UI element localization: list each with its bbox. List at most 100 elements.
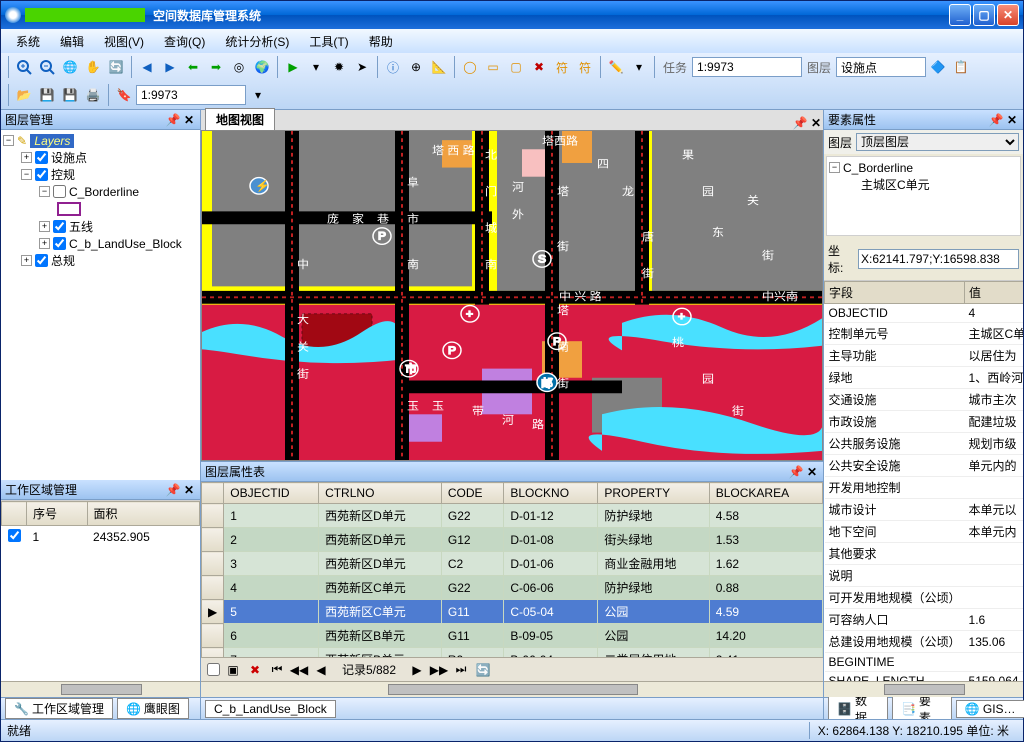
measure-icon[interactable]: 📐 [428, 56, 450, 78]
chk-landuse[interactable] [53, 237, 66, 250]
next-extent-icon[interactable]: ▶ [159, 56, 181, 78]
node-wuxian[interactable]: 五线 [69, 218, 93, 235]
work-col-chk[interactable] [2, 502, 27, 526]
col-blockarea[interactable]: BLOCKAREA [709, 483, 822, 504]
layers-root[interactable]: Layers [30, 134, 74, 148]
layer-input[interactable] [836, 57, 926, 77]
next-icon[interactable]: ▶ [408, 661, 426, 679]
col-ctrlno[interactable]: CTRLNO [319, 483, 442, 504]
shape-rect-icon[interactable]: ▭ [482, 56, 504, 78]
close-button[interactable]: ✕ [997, 4, 1019, 26]
menu-stats[interactable]: 统计分析(S) [216, 30, 298, 53]
map-canvas[interactable]: 中大关街 庞家巷 阜市南玉 塔 西 路 北门城南 河外 塔街塔南街 中 兴 路中… [201, 130, 823, 461]
prop-row[interactable]: 其他要求 [825, 543, 1024, 565]
saveall-icon[interactable]: 💾 [59, 84, 81, 106]
identify-icon[interactable]: ⓘ [382, 56, 404, 78]
table-row[interactable]: 1西苑新区D单元G22D-01-12防护绿地4.58 [202, 504, 823, 528]
prop-row[interactable]: 说明 [825, 565, 1024, 587]
prop-row[interactable]: 开发用地控制 [825, 477, 1024, 499]
clear-icon[interactable]: ✖ [528, 56, 550, 78]
pointer-icon[interactable]: ➤ [351, 56, 373, 78]
layer-list-icon[interactable]: 📋 [950, 56, 972, 78]
chk-zonggui[interactable] [35, 254, 48, 267]
node-landuse[interactable]: C_b_LandUse_Block [69, 237, 182, 251]
menu-help[interactable]: 帮助 [360, 30, 402, 53]
maximize-button[interactable]: ▢ [973, 4, 995, 26]
last-icon[interactable]: ⏭ [452, 661, 470, 679]
shape-circle-icon[interactable]: ◯ [459, 56, 481, 78]
prop-row[interactable]: 城市设计本单元以 [825, 499, 1024, 521]
prop-col-field[interactable]: 字段 [825, 282, 965, 304]
menu-system[interactable]: 系统 [7, 30, 49, 53]
col-objectid[interactable]: OBJECTID [224, 483, 319, 504]
attribute-grid[interactable]: OBJECTID CTRLNO CODE BLOCKNO PROPERTY BL… [201, 482, 823, 657]
nav-right-icon[interactable]: ➡ [205, 56, 227, 78]
scale-input[interactable] [136, 85, 246, 105]
map-tab[interactable]: 地图视图 [205, 108, 275, 130]
hscroll-center[interactable] [201, 681, 823, 697]
shape-square-icon[interactable]: ▢ [505, 56, 527, 78]
prop-tree-root[interactable]: C_Borderline [843, 161, 913, 175]
prop-row[interactable]: 地下空间本单元内 [825, 521, 1024, 543]
prop-row[interactable]: BEGINTIME [825, 653, 1024, 672]
tab-gis[interactable]: 🌐GIS… [956, 700, 1024, 718]
prop-tree-child[interactable]: 主城区C单元 [861, 176, 930, 193]
zoom-in-icon[interactable] [13, 56, 35, 78]
save-icon[interactable]: 💾 [36, 84, 58, 106]
prev-extent-icon[interactable]: ◀ [136, 56, 158, 78]
work-col-area[interactable]: 面积 [87, 502, 199, 526]
dropdown-icon[interactable]: ▾ [305, 56, 327, 78]
prop-row[interactable]: 绿地1、西岭河 [825, 367, 1024, 389]
prop-row[interactable]: 总建设用地规模（公顷）135.06 [825, 631, 1024, 653]
chk-cborderline[interactable] [53, 185, 66, 198]
globe-search-icon[interactable]: 🌍 [251, 56, 273, 78]
coord-input[interactable] [858, 249, 1019, 269]
prev-icon[interactable]: ◀ [312, 661, 330, 679]
prop-row[interactable]: 主导功能以居住为 [825, 345, 1024, 367]
prop-tree[interactable]: −C_Borderline 主城区C单元 [826, 156, 1021, 236]
node-konggui[interactable]: 控规 [51, 166, 75, 183]
menu-view[interactable]: 视图(V) [95, 30, 153, 53]
refresh-icon[interactable]: 🔄 [105, 56, 127, 78]
work-row-chk[interactable] [8, 529, 21, 542]
work-col-seq[interactable]: 序号 [27, 502, 88, 526]
pin-icon[interactable]: 📌 [793, 116, 807, 130]
hscroll[interactable] [1, 681, 200, 697]
node-shishedian[interactable]: 设施点 [51, 149, 87, 166]
work-row[interactable]: 1 24352.905 [2, 526, 200, 549]
first-icon[interactable]: ⏮ [268, 661, 286, 679]
edit-pencil-icon[interactable]: ✏️ [605, 56, 627, 78]
col-property[interactable]: PROPERTY [598, 483, 709, 504]
menu-tools[interactable]: 工具(T) [300, 30, 357, 53]
pin-icon[interactable]: 📌 [166, 113, 180, 127]
table-row[interactable]: 3西苑新区D单元C2D-01-06商业金融用地1.62 [202, 552, 823, 576]
scale-dropdown-icon[interactable]: ▾ [247, 84, 269, 106]
menu-edit[interactable]: 编辑 [51, 30, 93, 53]
pan-icon[interactable]: ✋ [82, 56, 104, 78]
prop-row[interactable]: 控制单元号主城区C单 [825, 323, 1024, 345]
layer-go-icon[interactable]: 🔷 [927, 56, 949, 78]
close-pane-icon[interactable]: ✕ [809, 116, 823, 130]
prop-row[interactable]: 公共服务设施规划市级 [825, 433, 1024, 455]
node-zonggui[interactable]: 总规 [51, 252, 75, 269]
close-pane-icon[interactable]: ✕ [805, 465, 819, 479]
nav-checkbox[interactable] [207, 663, 220, 676]
target-icon[interactable]: ◎ [228, 56, 250, 78]
table-row[interactable]: 2西苑新区D单元G12D-01-08街头绿地1.53 [202, 528, 823, 552]
table-row[interactable]: 4西苑新区C单元G22C-06-06防护绿地0.88 [202, 576, 823, 600]
delete-icon[interactable]: ✖ [246, 661, 264, 679]
prop-row[interactable]: SHAPE_LENGTH5159.064 [825, 672, 1024, 682]
chk-wuxian[interactable] [53, 220, 66, 233]
prop-row[interactable]: 公共安全设施单元内的 [825, 455, 1024, 477]
symbol2-icon[interactable]: 符 [574, 56, 596, 78]
nav-left-icon[interactable]: ⬅ [182, 56, 204, 78]
prev-page-icon[interactable]: ◀◀ [290, 661, 308, 679]
prop-row[interactable]: OBJECTID4 [825, 304, 1024, 323]
table-row[interactable]: 7西苑新区B单元R2B-06-04二类居住用地2.41 [202, 648, 823, 658]
table-row[interactable]: 6西苑新区B单元G11B-09-05公园14.20 [202, 624, 823, 648]
prop-row[interactable]: 可容纳人口1.6 [825, 609, 1024, 631]
add-point-icon[interactable]: ✹ [328, 56, 350, 78]
tab-workarea[interactable]: 🔧工作区域管理 [5, 698, 113, 719]
hscroll-right[interactable] [824, 681, 1023, 697]
print-icon[interactable]: 🖨️ [82, 84, 104, 106]
